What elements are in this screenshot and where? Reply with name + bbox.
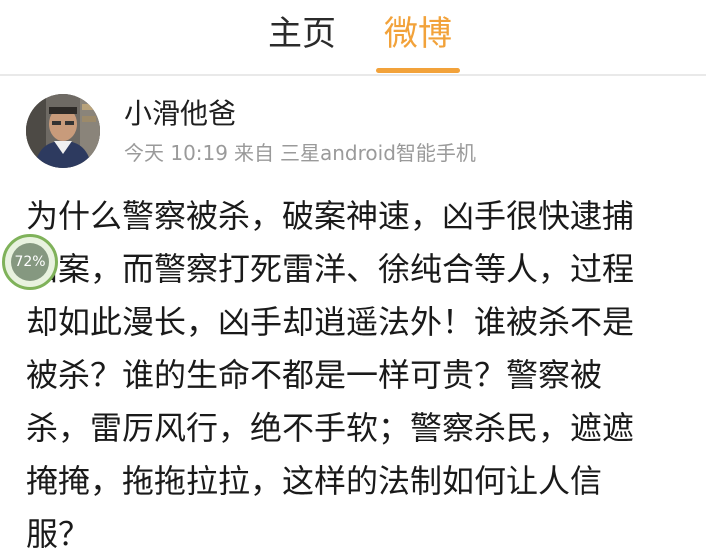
post-text-line: 为什么警察被杀，破案神速，凶手很快逮捕	[26, 197, 635, 235]
avatar[interactable]	[26, 94, 100, 168]
post-author-name[interactable]: 小滑他爸	[124, 96, 236, 132]
post-time: 今天 10:19	[124, 141, 228, 165]
profile-tab-bar: 主页 微博	[0, 0, 706, 76]
post-text-line: 归案，而警察打死雷洋、徐纯合等人，过程	[26, 250, 635, 288]
post-meta: 今天 10:19 来自 三星android智能手机	[124, 140, 476, 166]
floating-assistant-label: 72%	[14, 254, 46, 270]
tab-home[interactable]: 主页	[268, 12, 336, 56]
post-text-line: 服？	[26, 515, 91, 553]
post-source-prefix: 来自	[234, 141, 274, 165]
weibo-post-screen: 主页 微博 小滑他爸 今天 10:19 来自 三星android智能手机 为什么警察…	[0, 0, 706, 555]
post-text-line: 却如此漫长，凶手却逍遥法外！谁被杀不是	[26, 303, 635, 341]
post-text-line: 杀，雷厉风行，绝不手软；警察杀民，遮遮	[26, 409, 635, 447]
floating-assistant-button[interactable]: 72%	[2, 234, 58, 290]
post-source: 三星android智能手机	[280, 141, 476, 165]
post-text-line: 掩掩，拖拖拉拉，这样的法制如何让人信	[26, 462, 603, 500]
avatar-photo-icon	[26, 94, 100, 168]
active-tab-indicator	[376, 68, 460, 73]
post-text: 为什么警察被杀，破案神速，凶手很快逮捕 归案，而警察打死雷洋、徐纯合等人，过程 …	[26, 190, 686, 555]
tab-weibo[interactable]: 微博	[384, 12, 452, 56]
post-text-line: 被杀？谁的生命不都是一样可贵？警察被	[26, 356, 603, 394]
